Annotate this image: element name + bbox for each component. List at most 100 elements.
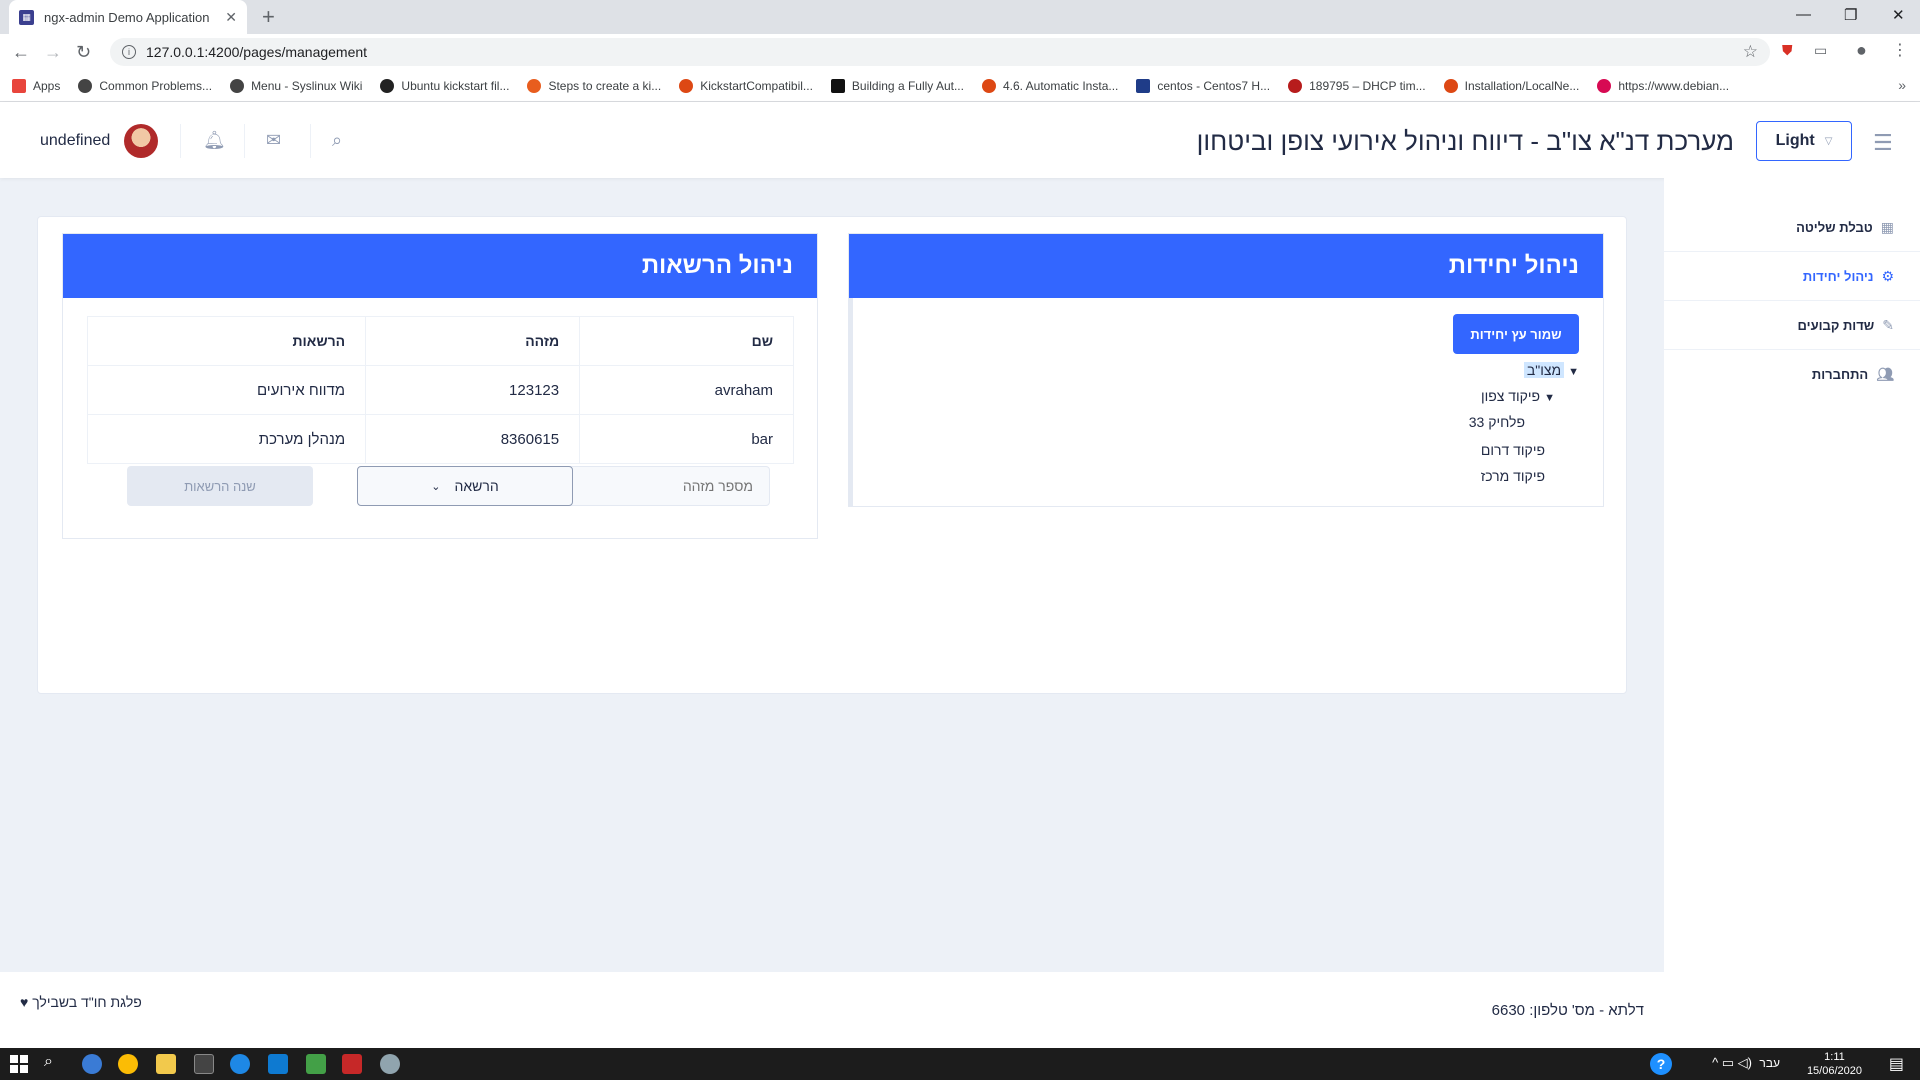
- windows-taskbar: ⌕ ? ^ ▭ ◁) עבר 1:11 15/06/2020 ▤: [0, 1048, 1920, 1080]
- tray-icons[interactable]: ^ ▭ ◁): [1712, 1055, 1752, 1071]
- restore-icon[interactable]: ❐: [1844, 6, 1857, 24]
- permission-select[interactable]: הרשאה ⌄: [357, 466, 573, 506]
- sidebar-item-units[interactable]: ⚙ ניהול יחידות: [1664, 252, 1920, 301]
- caret-down-icon[interactable]: ▼: [1544, 392, 1555, 404]
- bookmark-item[interactable]: centos - Centos7 H...: [1136, 78, 1270, 93]
- theme-select-value: Light: [1775, 132, 1815, 149]
- back-icon[interactable]: ←: [12, 42, 30, 63]
- language-indicator[interactable]: עבר: [1759, 1056, 1780, 1070]
- sidebar-item-label: טבלת שליטה: [1796, 219, 1873, 235]
- reload-icon[interactable]: ↻: [76, 42, 91, 63]
- permissions-table: שם מזהה הרשאות avraham 123123 מדווח אירו…: [86, 316, 794, 464]
- change-permissions-button[interactable]: שנה הרשאות: [127, 466, 313, 506]
- bookmark-item[interactable]: Ubuntu kickstart fil...: [380, 78, 510, 93]
- app-taskbar-icon[interactable]: [82, 1054, 102, 1074]
- profile-icon[interactable]: ●: [1856, 40, 1867, 61]
- bookmark-item[interactable]: Common Problems...: [78, 78, 213, 93]
- theme-select[interactable]: Light ▽: [1756, 121, 1852, 161]
- address-bar[interactable]: i 127.0.0.1:4200/pages/management ☆: [110, 38, 1770, 66]
- bookmark-label: Ubuntu kickstart fil...: [401, 78, 510, 93]
- github-icon: [380, 78, 395, 93]
- edge-icon[interactable]: [230, 1054, 250, 1074]
- url-text: 127.0.0.1:4200/pages/management: [146, 44, 368, 60]
- new-tab-icon[interactable]: +: [262, 4, 275, 30]
- people-icon: 👥︎: [1876, 366, 1894, 382]
- tree-node-label: פיקוד מרכז: [1480, 468, 1545, 484]
- bookmark-item[interactable]: Steps to create a ki...: [527, 78, 661, 93]
- save-units-tree-button[interactable]: שמור עץ יחידות: [1453, 314, 1579, 354]
- bookmark-item[interactable]: KickstartCompatibil...: [679, 78, 813, 93]
- more-bookmarks-icon[interactable]: »: [1898, 77, 1906, 93]
- table-row[interactable]: avraham 123123 מדווח אירועים: [86, 365, 794, 415]
- bookmark-item[interactable]: Building a Fully Aut...: [830, 78, 964, 93]
- menu-kebab-icon[interactable]: ⋮: [1892, 40, 1908, 60]
- bell-icon[interactable]: 🔔︎: [203, 130, 226, 151]
- bookmark-label: Installation/LocalNe...: [1464, 78, 1580, 93]
- caret-down-icon[interactable]: ▼: [1568, 366, 1579, 378]
- table-cell: מנהלן מערכת: [86, 414, 367, 464]
- tree-node-root[interactable]: ▼מצו"ב: [1523, 362, 1579, 378]
- bookmark-label: 4.6. Automatic Insta...: [1002, 78, 1119, 93]
- bookmark-item[interactable]: https://www.debian...: [1597, 78, 1729, 93]
- close-tab-icon[interactable]: ✕: [225, 9, 237, 26]
- chevron-down-icon: ▽: [1824, 135, 1833, 147]
- forward-icon[interactable]: →: [44, 42, 62, 63]
- sidebar-item-label: התחברות: [1811, 367, 1869, 382]
- bookmark-item[interactable]: Apps: [12, 78, 61, 93]
- bookmark-label: Apps: [33, 78, 61, 93]
- help-icon[interactable]: ?: [1650, 1053, 1672, 1075]
- tree-node-platoon[interactable]: פלחיק 33: [1469, 414, 1525, 430]
- ubuntu-icon: [981, 78, 996, 93]
- search-icon[interactable]: ⌕: [44, 1053, 64, 1073]
- bookmark-item[interactable]: 189795 – DHCP tim...: [1288, 78, 1426, 93]
- tree-node-south[interactable]: פיקוד דרום: [1481, 442, 1545, 458]
- mail-icon[interactable]: ✉: [266, 130, 281, 151]
- bookmark-item[interactable]: 4.6. Automatic Insta...: [981, 78, 1119, 93]
- sidebar-item-login[interactable]: 👥︎ התחברות: [1664, 350, 1920, 399]
- hamburger-menu-icon[interactable]: ☰: [1873, 130, 1893, 156]
- table-row[interactable]: bar 8360615 מנהלן מערכת: [86, 414, 794, 464]
- footer-credit: פלגת חו"ד בשבילך ♥: [20, 994, 142, 1010]
- minimize-icon[interactable]: —: [1796, 6, 1811, 23]
- folder-icon[interactable]: [156, 1054, 176, 1074]
- ubuntu-icon: [679, 78, 694, 93]
- user-name[interactable]: undefined: [40, 132, 110, 150]
- sidebar-item-fields[interactable]: ✎ שדות קבועים: [1664, 301, 1920, 350]
- permissions-form: הרשאה ⌄ שנה הרשאות: [87, 466, 794, 506]
- vscode-icon[interactable]: [268, 1054, 288, 1074]
- tree-node-north[interactable]: ▼פיקוד צפון: [1481, 388, 1555, 404]
- gear-icon: ⚙: [1881, 267, 1894, 284]
- sidebar: ▦ טבלת שליטה ⚙ ניהול יחידות ✎ שדות קבועי…: [1664, 178, 1920, 1048]
- bookmark-label: Common Problems...: [99, 78, 213, 93]
- sidebar-item-dashboard[interactable]: ▦ טבלת שליטה: [1664, 203, 1920, 252]
- tree-node-center[interactable]: פיקוד מרכז: [1481, 468, 1545, 484]
- apps-grid-icon: [12, 78, 26, 93]
- clock[interactable]: 1:11 15/06/2020: [1807, 1050, 1862, 1078]
- search-icon[interactable]: ⌕: [332, 130, 342, 151]
- windows-start-icon[interactable]: [10, 1055, 28, 1073]
- units-panel: ניהול יחידות שמור עץ יחידות ▼מצו"ב ▼פיקו…: [848, 233, 1604, 507]
- bookmark-item[interactable]: Installation/LocalNe...: [1443, 78, 1580, 93]
- column-header[interactable]: שם: [579, 316, 794, 366]
- column-header[interactable]: מזהה: [365, 316, 581, 366]
- bookmark-item[interactable]: Menu - Syslinux Wiki: [230, 78, 362, 93]
- tree-node-label: פיקוד צפון: [1480, 388, 1541, 404]
- chrome-icon[interactable]: [118, 1054, 138, 1074]
- extension-shield-icon[interactable]: ⛊: [1782, 42, 1793, 59]
- extension-cast-icon[interactable]: ▭: [1814, 42, 1827, 59]
- browser-tab[interactable]: ▦ ngx-admin Demo Application ✕: [9, 0, 247, 34]
- media-icon[interactable]: [342, 1054, 362, 1074]
- terminal-icon[interactable]: [194, 1054, 214, 1074]
- id-number-input[interactable]: [554, 466, 770, 506]
- bookmark-star-icon[interactable]: ☆: [1743, 42, 1758, 62]
- notification-icon[interactable]: ▤: [1889, 1054, 1904, 1074]
- column-header[interactable]: הרשאות: [86, 316, 367, 366]
- node-icon[interactable]: [306, 1054, 326, 1074]
- app-taskbar-icon[interactable]: [380, 1054, 400, 1074]
- close-window-icon[interactable]: ✕: [1892, 6, 1905, 24]
- units-panel-title: ניהול יחידות: [849, 234, 1603, 298]
- clock-date: 15/06/2020: [1806, 1065, 1862, 1077]
- site-info-icon[interactable]: i: [122, 45, 136, 59]
- avatar[interactable]: [124, 124, 158, 158]
- tree-node-label: פיקוד דרום: [1480, 442, 1545, 458]
